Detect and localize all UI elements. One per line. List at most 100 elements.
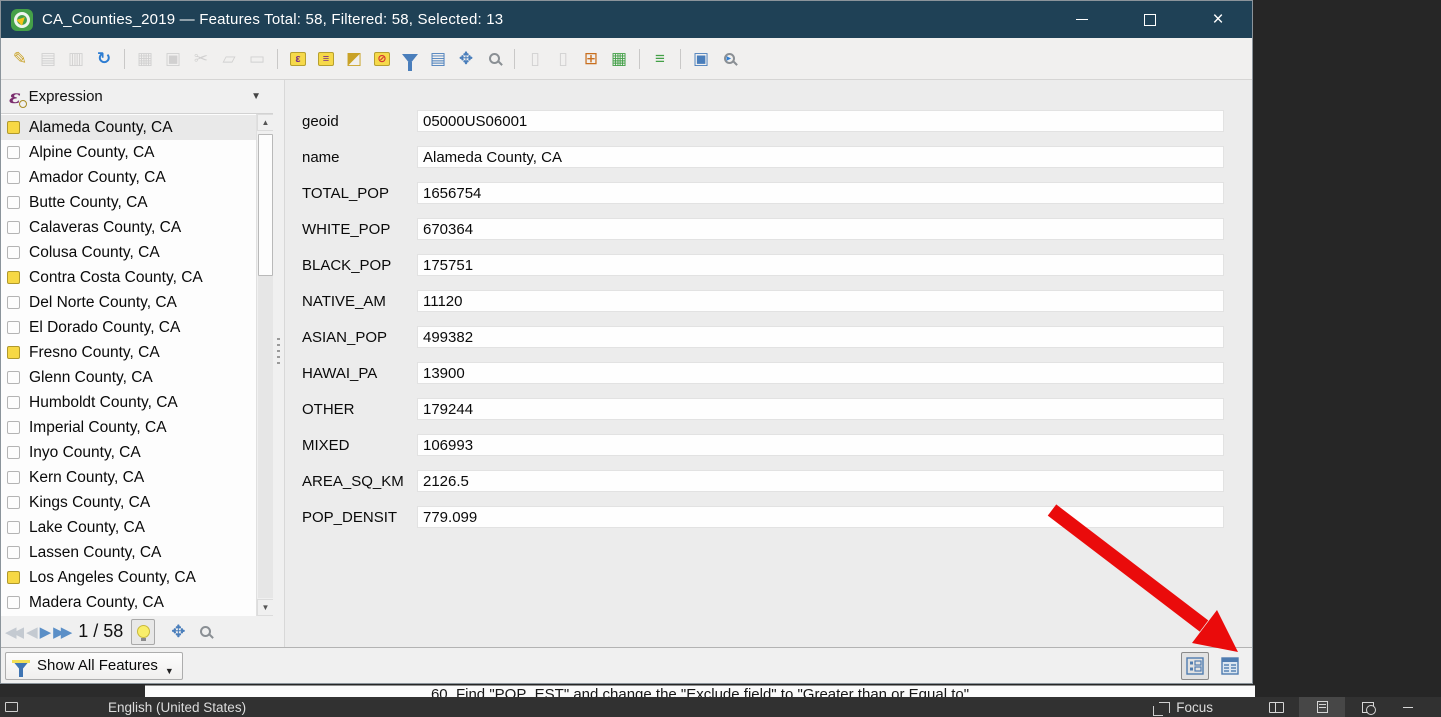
field-value-input[interactable]: 670364 — [417, 218, 1224, 240]
feature-list-item[interactable]: Madera County, CA — [1, 590, 256, 615]
feature-list-item[interactable]: Glenn County, CA — [1, 365, 256, 390]
form-view-button[interactable] — [1181, 651, 1209, 680]
next-feature-button[interactable]: ▶ — [40, 623, 52, 641]
toggle-multiedit-button[interactable]: ▤ — [35, 45, 61, 73]
selection-checkbox[interactable] — [7, 171, 20, 184]
field-value-input[interactable]: 11120 — [417, 290, 1224, 312]
feature-list-item[interactable]: Kings County, CA — [1, 490, 256, 515]
selection-checkbox[interactable] — [7, 346, 20, 359]
minimize-button[interactable] — [1048, 1, 1116, 38]
save-edits-button[interactable]: ▥ — [63, 45, 89, 73]
pan-to-feature-button[interactable]: ✥ — [171, 622, 185, 642]
selection-checkbox[interactable] — [7, 421, 20, 434]
cut-features-button[interactable]: ✂ — [188, 45, 214, 73]
invert-selection-button[interactable]: ◩ — [341, 45, 367, 73]
focus-mode-button[interactable]: Focus — [1153, 700, 1213, 716]
expression-bar[interactable]: ε Expression ▼ — [1, 80, 273, 113]
maximize-button[interactable] — [1116, 1, 1184, 38]
selection-checkbox[interactable] — [7, 521, 20, 534]
paste-features-button[interactable]: ▭ — [244, 45, 270, 73]
selection-checkbox[interactable] — [7, 146, 20, 159]
field-value-input[interactable]: 499382 — [417, 326, 1224, 348]
selection-checkbox[interactable] — [7, 196, 20, 209]
selection-checkbox[interactable] — [7, 221, 20, 234]
feature-list-item[interactable]: Amador County, CA — [1, 165, 256, 190]
field-value-input[interactable]: 179244 — [417, 398, 1224, 420]
feature-list-item[interactable]: Calaveras County, CA — [1, 215, 256, 240]
copy-features-button[interactable]: ▱ — [216, 45, 242, 73]
selection-checkbox[interactable] — [7, 121, 20, 134]
close-button[interactable]: × — [1184, 1, 1252, 38]
field-value-input[interactable]: 05000US06001 — [417, 110, 1224, 132]
field-value-input[interactable]: 106993 — [417, 434, 1224, 456]
feature-list-item[interactable]: Humboldt County, CA — [1, 390, 256, 415]
delete-selected-button[interactable]: ▣ — [160, 45, 186, 73]
selection-checkbox[interactable] — [7, 271, 20, 284]
selection-checkbox[interactable] — [7, 596, 20, 609]
filter-select-by-form-button[interactable] — [397, 45, 423, 73]
panel-splitter[interactable] — [273, 80, 284, 647]
feature-list-item[interactable]: Lake County, CA — [1, 515, 256, 540]
feature-list-item[interactable]: Colusa County, CA — [1, 240, 256, 265]
attribute-table-window-button[interactable]: ▣ — [688, 45, 714, 73]
feature-list-item[interactable]: Inyo County, CA — [1, 440, 256, 465]
feature-list-item[interactable]: El Dorado County, CA — [1, 315, 256, 340]
zoom-to-feature-button[interactable] — [199, 626, 211, 637]
read-mode-button[interactable] — [1253, 697, 1299, 717]
add-feature-button[interactable]: ▦ — [132, 45, 158, 73]
list-scrollbar[interactable]: ▲ ▼ — [256, 114, 273, 616]
feature-list-item[interactable]: Butte County, CA — [1, 190, 256, 215]
deselect-all-button[interactable]: ⊘ — [369, 45, 395, 73]
field-value-input[interactable]: 13900 — [417, 362, 1224, 384]
selection-checkbox[interactable] — [7, 296, 20, 309]
scroll-up-icon[interactable]: ▲ — [257, 114, 273, 131]
field-value-input[interactable]: 2126.5 — [417, 470, 1224, 492]
scrollbar-track[interactable] — [258, 276, 273, 598]
selection-checkbox[interactable] — [7, 246, 20, 259]
pan-to-selection-button[interactable]: ✥ — [453, 45, 479, 73]
first-feature-button[interactable]: ◀◀ — [5, 623, 24, 641]
feature-list-item[interactable]: Imperial County, CA — [1, 415, 256, 440]
feature-list-item[interactable]: Fresno County, CA — [1, 340, 256, 365]
print-layout-button[interactable] — [1299, 697, 1345, 717]
new-field-button[interactable]: ▯ — [522, 45, 548, 73]
feature-list-item[interactable]: Alpine County, CA — [1, 140, 256, 165]
search-widget-button[interactable] — [716, 45, 742, 73]
last-feature-button[interactable]: ▶▶ — [53, 623, 72, 641]
expression-dropdown-icon[interactable]: ▼ — [251, 91, 265, 102]
zoom-to-selection-button[interactable] — [481, 45, 507, 73]
open-field-calculator-button[interactable]: ⊞ — [578, 45, 604, 73]
table-view-button[interactable] — [1216, 652, 1244, 680]
field-value-input[interactable]: 1656754 — [417, 182, 1224, 204]
select-by-expression-button[interactable]: ε — [285, 45, 311, 73]
scrollbar-thumb[interactable] — [258, 134, 273, 276]
selection-checkbox[interactable] — [7, 396, 20, 409]
toggle-editing-button[interactable]: ✎ — [7, 45, 33, 73]
feature-list-item[interactable]: Del Norte County, CA — [1, 290, 256, 315]
select-all-button[interactable]: ≡ — [313, 45, 339, 73]
feature-filter-button[interactable]: Show All Features ▼ — [5, 651, 183, 680]
selection-checkbox[interactable] — [7, 546, 20, 559]
reload-table-button[interactable]: ↻ — [91, 45, 117, 73]
zoom-out-icon[interactable] — [1403, 706, 1413, 708]
field-value-input[interactable]: 175751 — [417, 254, 1224, 276]
previous-feature-button[interactable]: ◀ — [26, 623, 38, 641]
field-value-input[interactable]: Alameda County, CA — [417, 146, 1224, 168]
selection-checkbox[interactable] — [7, 371, 20, 384]
dock-attribute-table-button[interactable]: ≡ — [647, 45, 673, 73]
feature-list-item[interactable]: Alameda County, CA — [1, 115, 256, 140]
selection-checkbox[interactable] — [7, 446, 20, 459]
selection-checkbox[interactable] — [7, 321, 20, 334]
feature-list-item[interactable]: Lassen County, CA — [1, 540, 256, 565]
keyboard-language-icon[interactable] — [5, 702, 18, 712]
highlight-feature-button[interactable] — [131, 618, 156, 645]
scroll-down-icon[interactable]: ▼ — [257, 599, 273, 616]
feature-list-item[interactable]: Contra Costa County, CA — [1, 265, 256, 290]
web-layout-button[interactable] — [1345, 697, 1391, 717]
conditional-formatting-button[interactable]: ▦ — [606, 45, 632, 73]
selection-checkbox[interactable] — [7, 471, 20, 484]
move-selection-to-top-button[interactable]: ▤ — [425, 45, 451, 73]
selection-checkbox[interactable] — [7, 496, 20, 509]
selection-checkbox[interactable] — [7, 571, 20, 584]
delete-field-button[interactable]: ▯ — [550, 45, 576, 73]
